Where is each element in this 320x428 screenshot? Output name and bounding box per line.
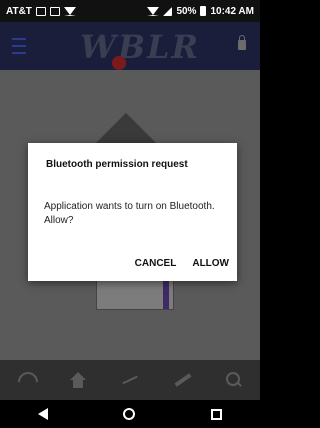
dialog-title: Bluetooth permission request <box>46 159 188 170</box>
wifi-icon[interactable] <box>16 370 36 390</box>
menu-button[interactable] <box>12 36 26 56</box>
status-left: AT&T <box>6 6 76 17</box>
bluetooth-permission-dialog: Bluetooth permission request Application… <box>28 143 237 281</box>
home-circle-icon[interactable] <box>123 408 136 420</box>
battery-icon <box>200 6 207 16</box>
carrier-label: AT&T <box>6 5 32 17</box>
menu-bar <box>12 38 26 41</box>
clock: 10:42 AM <box>210 5 254 17</box>
dialog-buttons: CANCEL ALLOW <box>135 258 229 269</box>
bottom-nav <box>0 360 260 400</box>
cancel-button[interactable]: CANCEL <box>135 258 177 269</box>
menu-bar <box>12 44 26 47</box>
system-nav <box>0 400 260 428</box>
search-icon[interactable] <box>224 370 244 390</box>
recents-icon[interactable] <box>211 408 223 420</box>
ruler-icon[interactable] <box>172 370 192 390</box>
status-right: 50% 10:42 AM <box>147 6 254 17</box>
notification-icon <box>35 6 46 16</box>
lock-icon[interactable] <box>238 35 246 50</box>
dialog-message: Application wants to turn on Bluetooth. … <box>44 201 215 226</box>
menu-bar <box>12 51 26 54</box>
chart-icon[interactable] <box>120 370 140 390</box>
home-icon[interactable] <box>68 370 88 390</box>
back-icon[interactable] <box>37 408 48 420</box>
wifi-icon <box>63 6 76 16</box>
battery-percent: 50% <box>176 5 197 17</box>
allow-button[interactable]: ALLOW <box>192 258 229 269</box>
status-bar: AT&T 50% 10:42 AM <box>0 0 260 22</box>
app-logo: WBLR <box>80 28 201 66</box>
image-icon <box>49 6 60 16</box>
logo-dot <box>112 56 126 70</box>
app-header: WBLR <box>0 22 260 70</box>
wifi-signal-icon <box>147 6 160 16</box>
cell-signal-icon <box>163 6 173 16</box>
